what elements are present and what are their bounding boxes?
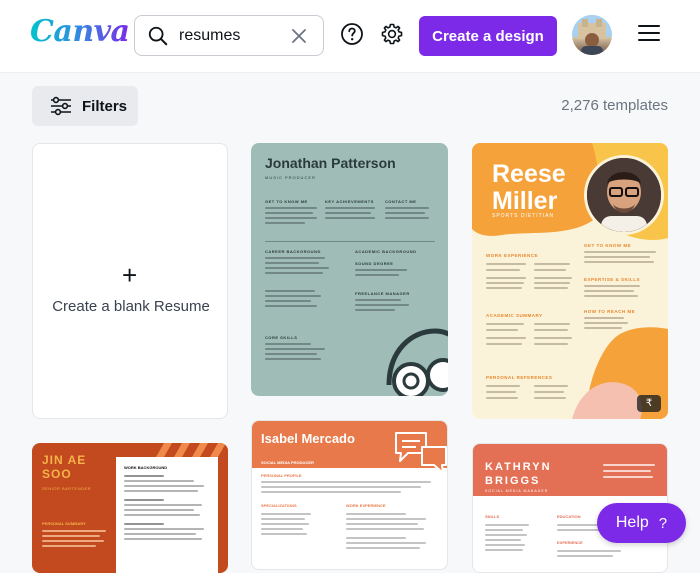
avatar-photo [572, 15, 612, 55]
filters-label: Filters [82, 97, 128, 115]
gear-icon[interactable] [380, 22, 404, 46]
section-heading: ACADEMIC SUMMARY [486, 313, 543, 318]
section-heading: PERSONAL PROFILE [261, 473, 302, 478]
template-name: Isabel Mercado [261, 431, 355, 446]
section-heading: SPECIALIZATIONS [261, 503, 297, 508]
section-heading: WORK BACKGROUND [124, 465, 168, 470]
plus-icon: + [122, 260, 138, 290]
section-heading: SKILLS [485, 514, 500, 519]
template-name: KATHRYN BRIGGS [485, 461, 552, 487]
section-heading: CORE SKILLS [265, 335, 298, 340]
section-heading: CAREER BACKGROUND [265, 249, 321, 254]
template-card-reese-miller[interactable]: Reese Miller SPORTS DIETITIAN WORK EXPER… [472, 143, 668, 419]
section-heading: EXPERTISE & SKILLS [584, 277, 641, 282]
section-heading: PERSONAL REFERENCES [486, 375, 553, 380]
help-button[interactable]: Help ? [597, 503, 686, 543]
template-subtitle: SENIOR BARTENDER [42, 486, 92, 491]
section-heading: WORK EXPERIENCE [346, 503, 386, 508]
section-heading: EDUCATION [557, 514, 581, 519]
paid-badge: ₹ [637, 395, 661, 412]
canva-logo[interactable]: Canva [30, 14, 130, 49]
section-heading: SOUND DEGREE [355, 261, 394, 266]
profile-photo [584, 155, 664, 235]
top-header: Canva Create a design [0, 0, 700, 73]
menu-icon[interactable] [638, 25, 660, 45]
close-icon[interactable] [289, 26, 309, 46]
template-name: Jonathan Patterson [265, 155, 396, 171]
section-heading: HOW TO REACH ME [584, 309, 636, 314]
section-heading: GET TO KNOW ME [265, 199, 308, 204]
search-input[interactable] [179, 24, 279, 48]
filters-button[interactable]: Filters [32, 86, 138, 126]
headphones-illustration [386, 328, 448, 396]
help-label: Help [615, 514, 649, 531]
section-heading: CONTACT ME [385, 199, 417, 204]
template-card-isabel-mercado[interactable]: Isabel Mercado SOCIAL MEDIA PRODUCER PER… [251, 420, 448, 570]
search-icon [148, 26, 168, 46]
template-card-jonathan-patterson[interactable]: Jonathan Patterson MUSIC PRODUCER GET TO… [251, 143, 448, 396]
search-bar[interactable] [134, 15, 324, 56]
create-design-button[interactable]: Create a design [419, 16, 557, 56]
section-heading: FREELANCE MANAGER [355, 291, 410, 296]
template-subtitle: SPORTS DIETITIAN [492, 213, 555, 219]
template-subtitle: SOCIAL MEDIA MANAGER [485, 489, 549, 493]
avatar[interactable] [572, 15, 612, 55]
section-heading: PERSONAL SUMMARY [42, 521, 86, 526]
filters-icon [51, 96, 71, 116]
template-name: Reese Miller [492, 160, 566, 215]
create-blank-label: Create a blank Resume [52, 298, 210, 315]
section-heading: ACADEMIC BACKGROUND [355, 249, 417, 254]
section-heading: GET TO KNOW ME [584, 243, 632, 248]
template-subtitle: MUSIC PRODUCER [265, 175, 316, 180]
template-subtitle: SOCIAL MEDIA PRODUCER [261, 460, 314, 465]
template-card-jin-ae-soo[interactable]: JIN AE SOO SENIOR BARTENDER PERSONAL SUM… [32, 443, 228, 573]
section-heading: EXPERIENCE [557, 540, 583, 545]
speech-bubble-icon [395, 432, 447, 474]
stripe-decoration [152, 443, 228, 457]
template-name: JIN AE SOO [42, 453, 87, 481]
section-heading: WORK EXPERIENCE [486, 253, 539, 258]
question-icon: ? [658, 514, 668, 532]
template-count: 2,276 templates [561, 97, 668, 114]
help-icon[interactable] [340, 22, 364, 46]
create-blank-resume-card[interactable]: + Create a blank Resume [32, 143, 228, 419]
content-panel: WORK BACKGROUND [116, 457, 218, 573]
section-heading: KEY ACHIEVEMENTS [325, 199, 374, 204]
